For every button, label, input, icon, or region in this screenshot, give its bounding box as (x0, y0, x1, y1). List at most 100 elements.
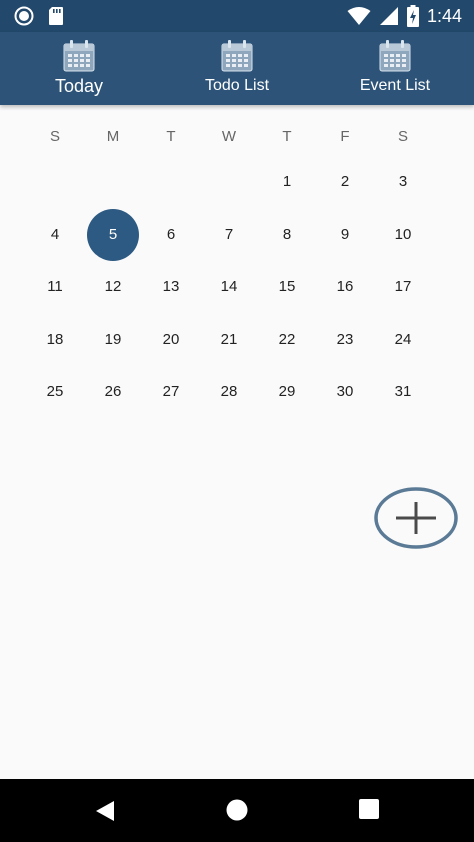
calendar-week-row: 4 5 6 7 8 9 10 (26, 208, 432, 262)
calendar-day[interactable]: 16 (316, 261, 374, 314)
calendar-day[interactable]: 10 (374, 209, 432, 262)
sd-card-icon (49, 7, 63, 25)
home-icon[interactable] (226, 799, 248, 821)
weekday-label: S (397, 128, 408, 145)
tab-label: Todo List (204, 77, 270, 94)
calendar-week-row: 25 26 27 28 29 30 31 (26, 366, 432, 419)
calendar-day[interactable]: 18 (26, 314, 84, 367)
calendar-day[interactable]: 3 (374, 156, 432, 209)
calendar-day-number: 30 (336, 383, 354, 400)
calendar-empty-cell (84, 156, 142, 209)
calendar-day-number: 20 (162, 330, 180, 348)
calendar-day-selected[interactable]: 5 (84, 208, 142, 262)
calendar-day[interactable]: 24 (374, 314, 432, 367)
app-screen: 1:44 Today Todo List Event List S M T W … (0, 0, 474, 842)
calendar-day-number: 17 (394, 278, 412, 295)
calendar-day[interactable]: 28 (200, 366, 258, 419)
calendar-day[interactable]: 12 (84, 261, 142, 314)
calendar-day[interactable]: 26 (84, 366, 142, 419)
calendar-day-number: 1 (282, 173, 292, 190)
calendar-day-number: 16 (336, 278, 354, 295)
tab-label: Today (54, 76, 104, 96)
tab-label: Event List (359, 77, 431, 94)
calendar-day[interactable]: 6 (142, 209, 200, 262)
tab-bar: Today Todo List Event List (0, 32, 474, 105)
calendar-day[interactable]: 14 (200, 261, 258, 314)
calendar-week-row: 1 2 3 (26, 156, 432, 209)
calendar-day[interactable]: 13 (142, 261, 200, 314)
calendar-day-number: 11 (47, 278, 63, 295)
add-event-button[interactable] (374, 486, 458, 550)
calendar-day[interactable]: 7 (200, 209, 258, 262)
tab-todo-list[interactable]: Todo List (158, 32, 316, 105)
status-bar: 1:44 (0, 0, 474, 32)
calendar-day[interactable]: 9 (316, 209, 374, 262)
calendar-icon (379, 40, 411, 72)
calendar-day[interactable]: 25 (26, 366, 84, 419)
calendar-day-number: 26 (104, 383, 122, 400)
calendar-day-number: 13 (162, 278, 180, 295)
calendar-day-number: 18 (46, 330, 64, 348)
weekday-label: S (49, 128, 60, 145)
calendar-day[interactable]: 20 (142, 314, 200, 367)
calendar-day[interactable]: 23 (316, 314, 374, 367)
calendar-day[interactable]: 19 (84, 314, 142, 367)
calendar-day[interactable]: 4 (26, 209, 84, 262)
weekday-header: S M T W T F S (26, 118, 432, 156)
calendar-day-number: 7 (224, 225, 234, 243)
calendar-day-number: 19 (104, 330, 122, 348)
calendar-day-number: 6 (166, 225, 176, 243)
calendar-day-number: 9 (340, 225, 350, 243)
calendar-empty-cell (142, 156, 200, 209)
calendar-day-number: 24 (394, 330, 412, 348)
calendar-day[interactable]: 22 (258, 314, 316, 367)
month-calendar: S M T W T F S 1 2 3 4 5 6 7 8 9 10 11 12 13 14 15 16 17 1… (26, 118, 432, 419)
calendar-day-number: 27 (162, 383, 180, 400)
calendar-day-number: 28 (220, 383, 238, 400)
signal-icon (379, 7, 398, 25)
weekday-label: W (221, 128, 237, 145)
notification-dot-icon (14, 6, 34, 26)
calendar-day[interactable]: 21 (200, 314, 258, 367)
calendar-empty-cell (200, 156, 258, 209)
calendar-day[interactable]: 30 (316, 366, 374, 419)
calendar-day-number: 21 (220, 330, 238, 348)
calendar-day[interactable]: 11 (26, 261, 84, 314)
status-time: 1:44 (426, 6, 462, 26)
calendar-week-row: 18 19 20 21 22 23 24 (26, 314, 432, 367)
calendar-day-number: 2 (340, 173, 350, 190)
calendar-day[interactable]: 2 (316, 156, 374, 209)
calendar-week-row: 11 12 13 14 15 16 17 (26, 261, 432, 314)
calendar-day[interactable]: 29 (258, 366, 316, 419)
calendar-day-number: 3 (398, 173, 408, 190)
calendar-day[interactable]: 8 (258, 209, 316, 262)
tab-today[interactable]: Today (0, 32, 158, 105)
weekday-label: F (340, 128, 350, 145)
recents-icon[interactable] (359, 799, 379, 819)
calendar-day-number: 15 (278, 278, 296, 295)
calendar-day[interactable]: 27 (142, 366, 200, 419)
wifi-icon (347, 7, 371, 25)
calendar-day-number: 14 (220, 278, 238, 295)
calendar-day-number: 4 (50, 225, 60, 243)
calendar-day[interactable]: 15 (258, 261, 316, 314)
calendar-day-number: 8 (282, 225, 292, 243)
battery-charging-icon (406, 5, 419, 27)
calendar-day-number: 31 (394, 383, 412, 400)
weekday-label: M (106, 128, 120, 145)
calendar-day-number: 12 (104, 278, 122, 295)
calendar-day[interactable]: 31 (374, 366, 432, 419)
calendar-icon (221, 40, 253, 72)
calendar-day-number: 23 (336, 330, 354, 348)
add-circle-icon (374, 487, 458, 549)
tab-event-list[interactable]: Event List (316, 32, 474, 105)
calendar-day[interactable]: 1 (258, 156, 316, 209)
weekday-label: T (282, 128, 292, 145)
calendar-icon (63, 40, 95, 72)
back-icon[interactable] (94, 799, 116, 823)
calendar-empty-cell (26, 156, 84, 209)
system-nav-bar (0, 779, 474, 842)
calendar-day-number: 22 (278, 330, 296, 348)
calendar-weeks: 1 2 3 4 5 6 7 8 9 10 11 12 13 14 15 16 17 18 19 20 21 22 23 24 2… (26, 156, 432, 419)
calendar-day[interactable]: 17 (374, 261, 432, 314)
